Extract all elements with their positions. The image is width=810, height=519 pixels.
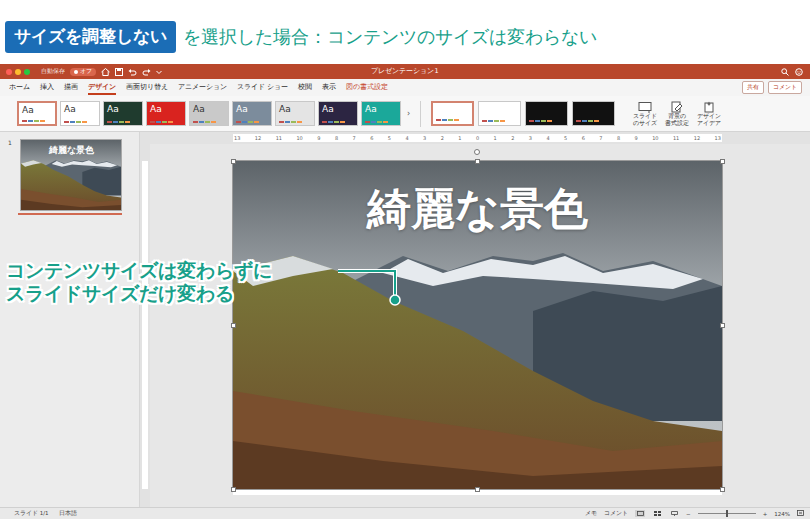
customize-icon[interactable] [156, 69, 162, 75]
caption-label: サイズを調整しない [5, 21, 176, 53]
slide-counter: スライド 1/1 [14, 510, 49, 517]
ribbon-tab[interactable]: デザイン [88, 80, 116, 95]
theme-thumbnail[interactable]: Aa [232, 101, 272, 126]
variant-thumbnail[interactable] [525, 101, 568, 126]
editor: 13121110987654321012345678910111213 綺麗な景色 [140, 132, 810, 507]
search-icon[interactable] [781, 68, 789, 76]
window-controls [6, 69, 30, 75]
variant-thumbnail[interactable] [478, 101, 521, 126]
toggle-knob [74, 70, 78, 74]
ribbon-tab[interactable]: 描画 [64, 80, 78, 95]
theme-thumbnail[interactable]: Aa [189, 101, 229, 126]
horizontal-ruler: 13121110987654321012345678910111213 [233, 134, 722, 142]
theme-thumbnail[interactable]: Aa [17, 101, 57, 126]
slide-size-button[interactable]: スライドのサイズ [633, 101, 657, 126]
design-ideas-icon [703, 101, 715, 113]
resize-handle[interactable] [720, 323, 725, 328]
resize-handle[interactable] [475, 487, 480, 492]
undo-icon[interactable] [128, 68, 137, 76]
slide-size-icon [638, 101, 652, 113]
theme-thumbnail[interactable]: Aa [146, 101, 186, 126]
slide-photo[interactable]: 綺麗な景色 [233, 161, 722, 489]
ribbon-tabs: ホーム挿入描画デザイン画面切り替えアニメーションスライド ショー校閲表示図の書式… [0, 79, 810, 96]
minimize-button[interactable] [15, 69, 21, 75]
zoom-in-button[interactable]: + [763, 511, 768, 517]
design-ribbon: AaAaAaAaAaAaAaAaAa›スライドのサイズ背景の書式設定デザインアイ… [0, 96, 810, 132]
ribbon-tab[interactable]: 校閲 [298, 80, 312, 95]
rotate-handle[interactable] [474, 149, 480, 155]
notes-button[interactable]: メモ [585, 510, 597, 517]
background-format-icon [671, 101, 683, 113]
language: 日本語 [59, 510, 77, 517]
share-button[interactable]: 共有 [742, 81, 764, 94]
resize-handle[interactable] [231, 159, 236, 164]
resize-handle[interactable] [720, 159, 725, 164]
variant-gallery [431, 101, 615, 126]
selection-indicator [18, 213, 122, 215]
resize-handle[interactable] [720, 487, 725, 492]
slide-number: 1 [8, 139, 16, 215]
ribbon-tab[interactable]: スライド ショー [237, 80, 288, 95]
theme-gallery: AaAaAaAaAaAaAaAaAa› [17, 101, 410, 126]
ribbon-tab[interactable]: ホーム [9, 80, 30, 95]
reading-view-icon[interactable] [669, 510, 679, 517]
zoom-out-button[interactable]: − [686, 511, 691, 517]
vertical-ruler [142, 161, 148, 489]
theme-thumbnail[interactable]: Aa [60, 101, 100, 126]
caption-text: を選択した場合：コンテンツのサイズは変わらない [183, 25, 597, 49]
save-icon[interactable] [115, 68, 123, 76]
slides-panel: 1綺麗な景色 [0, 132, 140, 507]
variant-thumbnail[interactable] [431, 101, 474, 126]
zoom-button[interactable] [24, 69, 30, 75]
ribbon-tab[interactable]: 画面切り替え [126, 80, 168, 95]
normal-view-icon[interactable] [635, 510, 645, 517]
zoom-slider[interactable] [698, 513, 756, 514]
slide: 綺麗な景色 [233, 161, 722, 495]
slide-canvas: 綺麗な景色 [150, 144, 810, 507]
slide-title[interactable]: 綺麗な景色 [233, 161, 722, 235]
caption: サイズを調整しないを選択した場合：コンテンツのサイズは変わらない [0, 0, 810, 64]
resize-handle[interactable] [231, 487, 236, 492]
resize-handle[interactable] [475, 159, 480, 164]
close-button[interactable] [6, 69, 12, 75]
annotation: コンテンツサイズは変わらずにスライドサイズだけ変わる [6, 259, 272, 305]
design-ideas-button[interactable]: デザインアイデア [697, 101, 721, 126]
fit-slide-icon[interactable] [797, 510, 804, 517]
theme-thumbnail[interactable]: Aa [318, 101, 358, 126]
more-themes-button[interactable]: › [407, 109, 410, 118]
zoom-thumb[interactable] [726, 510, 728, 517]
comments-button[interactable]: コメント [604, 510, 628, 517]
redo-icon[interactable] [142, 68, 151, 76]
home-icon[interactable] [101, 68, 110, 76]
format-background-button[interactable]: 背景の書式設定 [665, 101, 689, 126]
ribbon-tab[interactable]: 図の書式設定 [346, 80, 388, 95]
ribbon-tab[interactable]: アニメーション [178, 80, 227, 95]
status-bar: スライド 1/1 日本語 メモコメント − +124% [0, 507, 810, 519]
autosave-toggle[interactable]: オフ [70, 68, 96, 76]
theme-thumbnail[interactable]: Aa [103, 101, 143, 126]
ribbon-tab[interactable]: 表示 [322, 80, 336, 95]
autosave-label: 自動保存 [41, 68, 65, 75]
ribbon-tab[interactable]: 挿入 [40, 80, 54, 95]
smiley-icon[interactable] [795, 68, 804, 76]
resize-handle[interactable] [231, 323, 236, 328]
theme-thumbnail[interactable]: Aa [361, 101, 401, 126]
zoom-level: 124% [774, 511, 790, 517]
title-bar: 自動保存オフプレゼンテーション1 [0, 64, 810, 79]
comment-button[interactable]: コメント [768, 81, 802, 94]
variant-thumbnail[interactable] [572, 101, 615, 126]
theme-thumbnail[interactable]: Aa [275, 101, 315, 126]
sorter-view-icon[interactable] [652, 510, 662, 517]
slide-thumbnail[interactable]: 綺麗な景色 [20, 139, 122, 211]
window-title: プレゼンテーション1 [0, 67, 810, 76]
